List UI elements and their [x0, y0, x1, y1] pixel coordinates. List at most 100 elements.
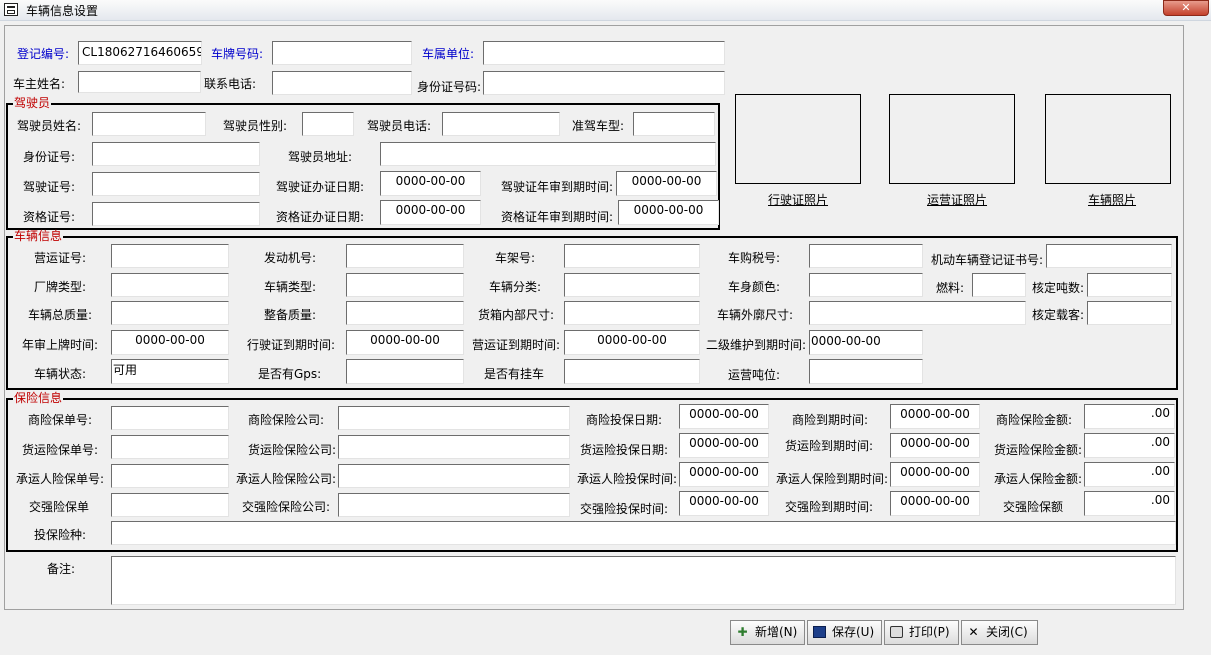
- vehicle-group-title: 车辆信息: [13, 229, 64, 243]
- cargo-start-field[interactable]: 0000-00-00: [679, 433, 769, 458]
- insurance-types-field[interactable]: [111, 521, 1176, 545]
- idcard-field[interactable]: [483, 71, 725, 95]
- operation-photo-link[interactable]: 运营证照片: [927, 191, 987, 208]
- commercial-end-field[interactable]: 0000-00-00: [890, 404, 980, 429]
- compulsory-company-field[interactable]: [338, 493, 570, 517]
- carrier-start-field[interactable]: 0000-00-00: [679, 462, 769, 487]
- close-button[interactable]: ✕ 关闭(C): [961, 620, 1038, 645]
- owner-field[interactable]: [78, 71, 201, 93]
- cargo-size-field[interactable]: [564, 301, 700, 325]
- outer-size-field[interactable]: [809, 301, 1026, 325]
- driver-name-label: 驾驶员姓名:: [17, 119, 82, 133]
- frame-field[interactable]: [564, 244, 700, 268]
- title-bar: 车辆信息设置 ✕: [0, 0, 1211, 21]
- curb-mass-field[interactable]: [346, 301, 464, 325]
- vehicle-photo-link[interactable]: 车辆照片: [1088, 191, 1136, 208]
- driver-phone-field[interactable]: [442, 112, 560, 136]
- carrier-end-field[interactable]: 0000-00-00: [890, 462, 980, 487]
- commercial-end-label: 商险到期时间:: [792, 413, 869, 427]
- tax-field[interactable]: [809, 244, 923, 268]
- reg-cert-field[interactable]: [1046, 244, 1172, 268]
- license-exp-field[interactable]: 0000-00-00: [346, 330, 464, 355]
- color-field[interactable]: [809, 273, 923, 297]
- license-photo-box[interactable]: [735, 94, 861, 184]
- unit-field[interactable]: [483, 41, 725, 65]
- operation-photo-box[interactable]: [889, 94, 1015, 184]
- phone-field[interactable]: [272, 71, 412, 95]
- print-button-label: 打印(P): [909, 625, 950, 639]
- driver-id-label: 身份证号:: [23, 150, 76, 164]
- driver-addr-label: 驾驶员地址:: [288, 150, 353, 164]
- remarks-label: 备注:: [47, 562, 76, 576]
- compulsory-amount-field[interactable]: .00: [1084, 491, 1175, 516]
- commercial-company-field[interactable]: [338, 406, 570, 430]
- cargo-end-field[interactable]: 0000-00-00: [890, 433, 980, 458]
- status-field[interactable]: 可用: [111, 359, 229, 384]
- compulsory-policy-label: 交强险保单: [29, 500, 90, 514]
- print-button[interactable]: 打印(P): [884, 620, 959, 645]
- carrier-amount-field[interactable]: .00: [1084, 462, 1175, 487]
- fuel-field[interactable]: [972, 273, 1026, 297]
- compulsory-end-field[interactable]: 0000-00-00: [890, 491, 980, 516]
- commercial-start-field[interactable]: 0000-00-00: [679, 404, 769, 429]
- op-cert-field[interactable]: [111, 244, 229, 268]
- qual-field[interactable]: [92, 202, 260, 226]
- driver-license-field[interactable]: [92, 172, 260, 196]
- total-mass-field[interactable]: [111, 301, 229, 325]
- driver-gender-label: 驾驶员性别:: [223, 119, 288, 133]
- maint-date-field[interactable]: 0000-00-00: [809, 330, 923, 355]
- fuel-label: 燃料:: [936, 281, 965, 295]
- vehicle-type-label: 车辆类型:: [264, 280, 317, 294]
- gps-field[interactable]: [346, 359, 464, 384]
- plate-field[interactable]: [272, 41, 412, 65]
- driver-addr-field[interactable]: [380, 142, 716, 166]
- op-exp-field[interactable]: 0000-00-00: [564, 330, 700, 355]
- trailer-field[interactable]: [564, 359, 700, 384]
- tax-label: 车购税号:: [728, 251, 781, 265]
- reg-cert-label: 机动车辆登记证书号:: [931, 253, 1044, 267]
- brand-label: 厂牌类型:: [34, 280, 87, 294]
- remarks-textarea[interactable]: [111, 556, 1176, 605]
- curb-mass-label: 整备质量:: [264, 308, 317, 322]
- tonnage-field[interactable]: [1087, 273, 1172, 297]
- owner-label: 车主姓名:: [13, 77, 66, 91]
- vehicle-type-field[interactable]: [346, 273, 464, 297]
- commercial-amount-field[interactable]: .00: [1084, 404, 1175, 429]
- driver-id-field[interactable]: [92, 142, 260, 166]
- compulsory-company-label: 交强险保险公司:: [242, 500, 331, 514]
- category-field[interactable]: [564, 273, 700, 297]
- seats-field[interactable]: [1087, 301, 1172, 325]
- driver-gender-field[interactable]: [302, 112, 354, 136]
- carrier-company-field[interactable]: [338, 464, 570, 488]
- carrier-policy-field[interactable]: [111, 464, 229, 488]
- qual-label: 资格证号:: [23, 210, 76, 224]
- qual-review-field[interactable]: 0000-00-00: [618, 200, 719, 225]
- plate-label: 车牌号码:: [211, 47, 264, 61]
- license-review-field[interactable]: 0000-00-00: [616, 171, 717, 196]
- qual-date-field[interactable]: 0000-00-00: [380, 200, 481, 225]
- driver-class-field[interactable]: [633, 112, 715, 136]
- cargo-size-label: 货箱内部尺寸:: [478, 308, 555, 322]
- op-tonnage-label: 运营吨位:: [728, 368, 781, 382]
- driver-name-field[interactable]: [92, 112, 206, 136]
- engine-field[interactable]: [346, 244, 464, 268]
- category-label: 车辆分类:: [489, 280, 542, 294]
- tonnage-label: 核定吨数:: [1032, 281, 1085, 295]
- new-button[interactable]: ✚ 新增(N): [730, 620, 805, 645]
- brand-field[interactable]: [111, 273, 229, 297]
- vehicle-photo-box[interactable]: [1045, 94, 1171, 184]
- cargo-amount-field[interactable]: .00: [1084, 433, 1175, 458]
- license-photo-link[interactable]: 行驶证照片: [768, 191, 828, 208]
- save-button[interactable]: 保存(U): [807, 620, 882, 645]
- commercial-policy-field[interactable]: [111, 406, 229, 430]
- inspect-date-field[interactable]: 0000-00-00: [111, 330, 229, 355]
- op-tonnage-field[interactable]: [809, 359, 923, 384]
- cargo-company-field[interactable]: [338, 435, 570, 459]
- compulsory-start-field[interactable]: 0000-00-00: [679, 491, 769, 516]
- cargo-policy-field[interactable]: [111, 435, 229, 459]
- license-date-field[interactable]: 0000-00-00: [380, 171, 481, 196]
- window-close-button[interactable]: ✕: [1163, 0, 1209, 16]
- compulsory-policy-field[interactable]: [111, 493, 229, 517]
- new-record-icon: ✚: [737, 625, 748, 639]
- reg-no-field[interactable]: CL18062716460659: [78, 41, 202, 65]
